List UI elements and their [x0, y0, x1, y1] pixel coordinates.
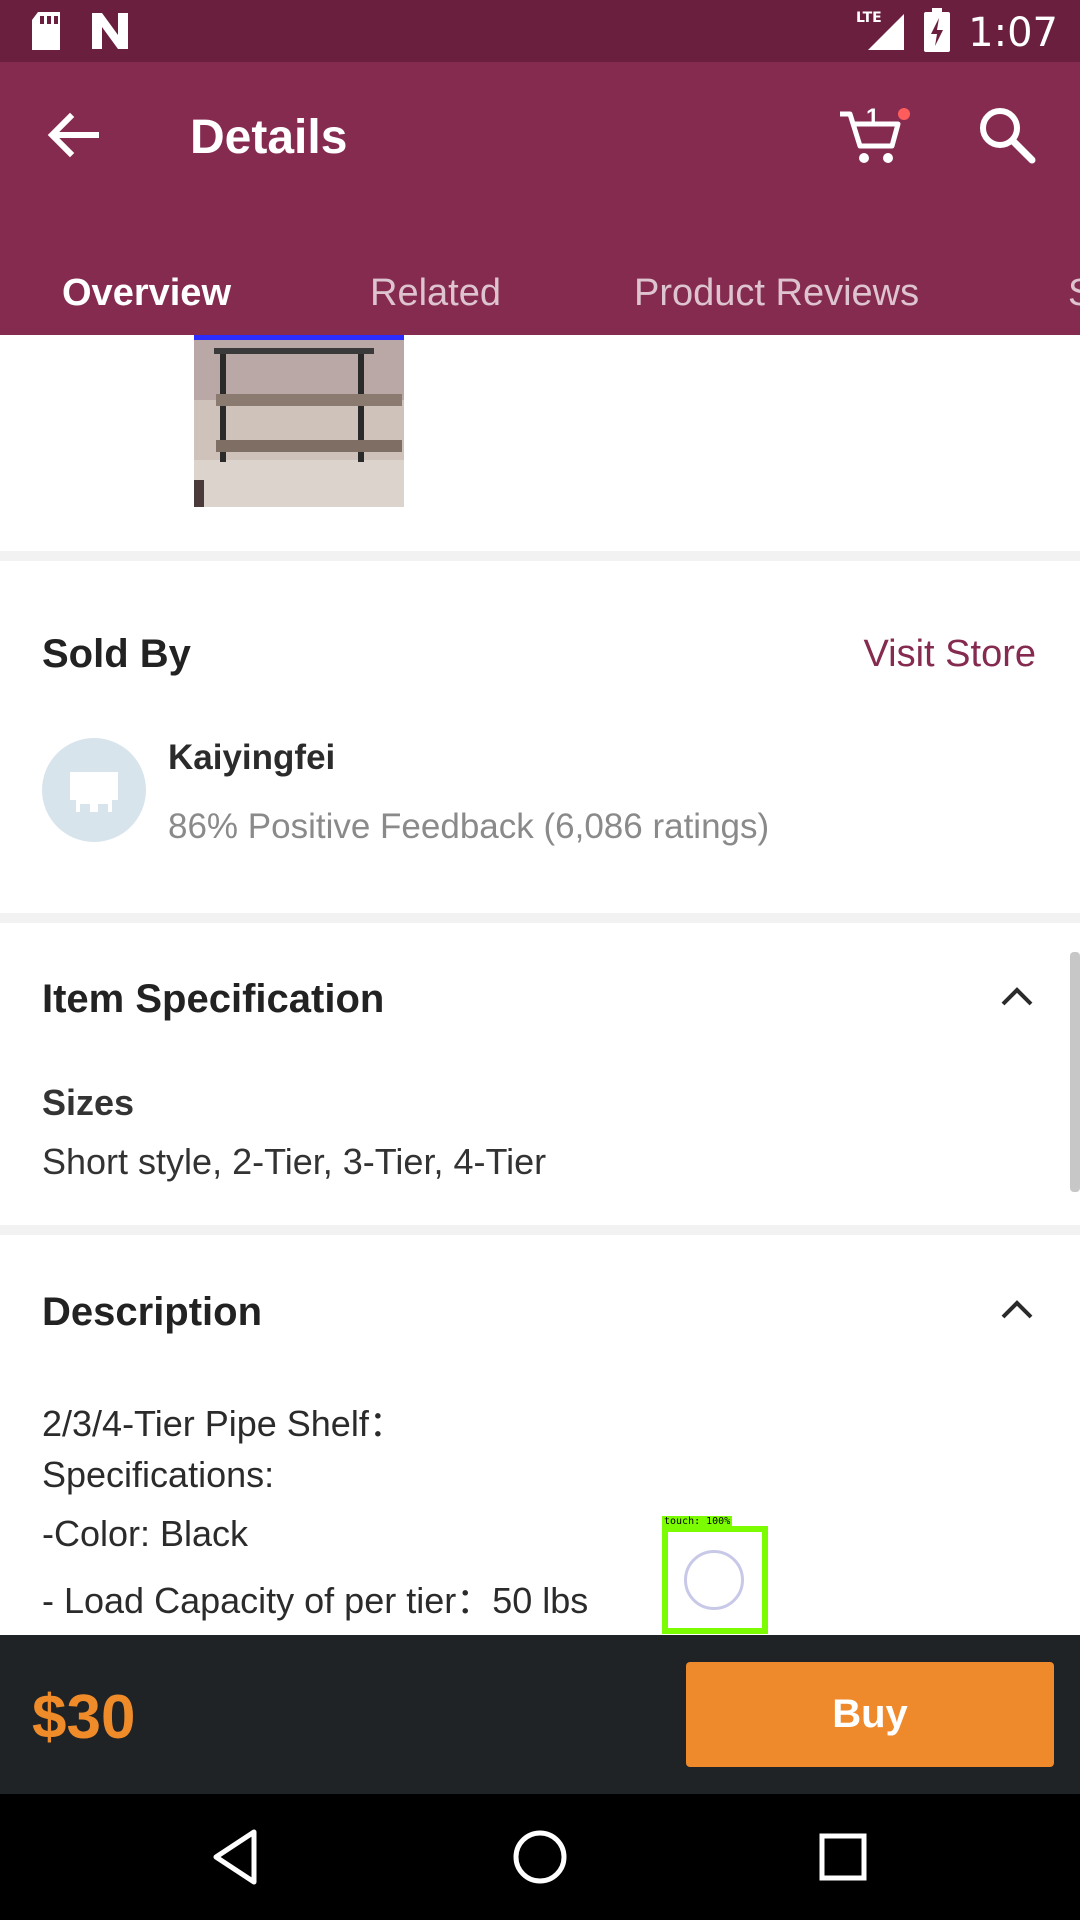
buy-bar: $30 Buy [0, 1635, 1080, 1794]
touch-indicator-circle [684, 1550, 744, 1610]
section-divider [0, 1225, 1080, 1235]
arrow-back-icon [47, 112, 99, 158]
nav-recents-button[interactable] [810, 1824, 876, 1890]
seller-name[interactable]: Kaiyingfei [168, 738, 335, 778]
svg-text:LTE: LTE [856, 10, 882, 26]
square-recents-icon [819, 1833, 867, 1881]
triangle-back-icon [213, 1829, 257, 1885]
back-button[interactable] [40, 102, 106, 168]
tab-bar: Overview Related Product Reviews S [0, 252, 1080, 399]
visit-store-link[interactable]: Visit Store [864, 633, 1036, 676]
description-line: - Load Capacity of per tier：50 lbs [42, 1580, 589, 1621]
scrollbar-thumb[interactable] [1070, 952, 1080, 1192]
app-bar: Details 1 Overview Related Product Revie… [0, 62, 1080, 399]
section-divider [0, 551, 1080, 561]
description-title[interactable]: Description [42, 1290, 262, 1335]
buy-button[interactable]: Buy [686, 1662, 1054, 1767]
seller-avatar[interactable] [42, 738, 146, 842]
search-button[interactable] [974, 102, 1040, 168]
tab-partial[interactable]: S [1068, 272, 1080, 315]
sd-card-icon [30, 12, 62, 55]
page-title: Details [190, 111, 348, 164]
cart-count-badge: 1 [866, 104, 880, 131]
description-line: Specifications: [42, 1454, 275, 1495]
n-notification-icon [90, 13, 130, 54]
description-line: -Color: Black [42, 1513, 249, 1554]
lte-signal-icon: LTE [856, 8, 906, 57]
status-bar: LTE 1:07 [0, 0, 1080, 62]
price-label: $30 [32, 1683, 136, 1752]
chevron-up-icon[interactable] [1000, 985, 1034, 1007]
details-content: Sold By Visit Store Kaiyingfei 86% Posit… [0, 335, 1080, 1635]
battery-charging-icon [924, 8, 951, 57]
spec-label: Sizes [42, 1082, 135, 1123]
store-icon [70, 772, 118, 812]
tab-overview[interactable]: Overview [62, 272, 231, 315]
tab-product-reviews[interactable]: Product Reviews [634, 272, 919, 315]
search-icon [980, 108, 1036, 164]
nav-home-button[interactable] [507, 1824, 573, 1890]
spec-value: Short style, 2-Tier, 3-Tier, 4-Tier [42, 1141, 547, 1182]
cart-notification-dot [898, 108, 910, 120]
status-time: 1:07 [968, 9, 1058, 56]
nav-back-button[interactable] [202, 1824, 268, 1890]
sold-by-title: Sold By [42, 632, 191, 676]
tab-related[interactable]: Related [370, 272, 501, 315]
item-specification-title[interactable]: Item Specification [42, 977, 384, 1022]
seller-feedback: 86% Positive Feedback (6,086 ratings) [168, 807, 770, 846]
description-line: 2/3/4-Tier Pipe Shelf： [42, 1403, 405, 1444]
system-navigation-bar [0, 1794, 1080, 1920]
circle-home-icon [513, 1830, 567, 1884]
chevron-up-icon[interactable] [1000, 1298, 1034, 1320]
section-divider [0, 913, 1080, 923]
product-image-thumbnail[interactable] [194, 335, 404, 507]
